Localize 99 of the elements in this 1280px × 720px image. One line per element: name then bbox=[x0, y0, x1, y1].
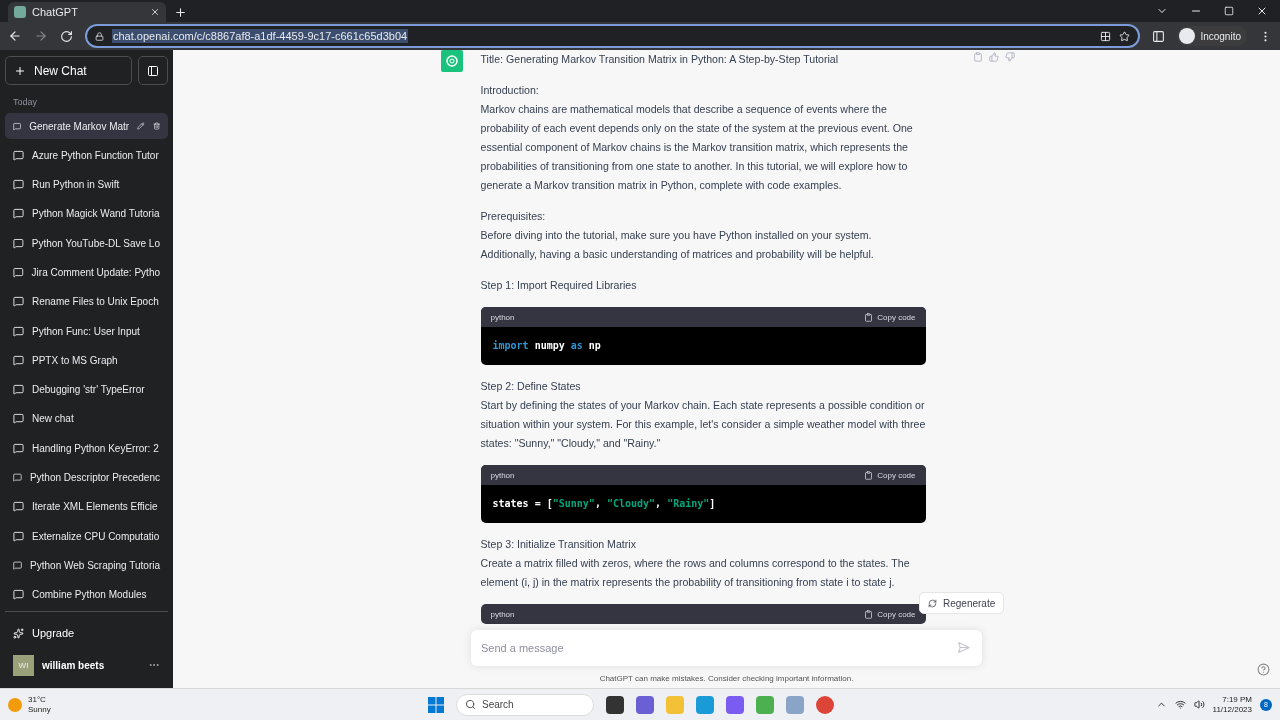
plus-icon bbox=[14, 64, 26, 77]
star-icon[interactable] bbox=[1119, 30, 1131, 42]
lock-icon bbox=[95, 31, 104, 41]
message-text: Before diving into the tutorial, make sure you have Python installed on your system. Additionally, having a basic understanding of matrices and probability will be helpful. bbox=[480, 228, 875, 262]
chat-bubble-icon bbox=[13, 589, 24, 601]
chat-bubble-icon bbox=[13, 413, 24, 425]
chat-bubble-icon bbox=[13, 237, 24, 249]
clock[interactable]: 7:19 PM 11/12/2023 bbox=[1212, 694, 1252, 715]
message-text: Start by defining the states of your Markov chain. Each state represents a possible condition or situation within your system. For this example, let's consider a simple weather model with three states: "Sunny," "Cloudy," and "Rainy." bbox=[480, 398, 926, 451]
section-label: Today bbox=[12, 96, 39, 109]
search-icon bbox=[465, 699, 476, 710]
chat-item[interactable]: Python Web Scraping Tutoria bbox=[5, 552, 168, 579]
chat-bubble-icon bbox=[13, 501, 24, 513]
back-icon[interactable] bbox=[8, 29, 22, 43]
chat-item[interactable]: Jira Comment Update: Pytho bbox=[5, 259, 168, 286]
regenerate-button[interactable]: Regenerate bbox=[919, 592, 1005, 614]
edit-icon[interactable] bbox=[137, 121, 145, 131]
copy-code-button[interactable]: Copy code bbox=[864, 307, 916, 327]
chat-item[interactable]: Combine Python Modules bbox=[5, 581, 168, 608]
chat-item[interactable]: Iterate XML Elements Efficie bbox=[5, 493, 168, 520]
reload-icon[interactable] bbox=[60, 29, 73, 43]
user-avatar: WI bbox=[13, 654, 34, 676]
chat-item[interactable]: Externalize CPU Computatio bbox=[5, 523, 168, 550]
chat-bubble-icon bbox=[13, 530, 24, 542]
section-heading: Step 3: Initialize Transition Matrix bbox=[480, 537, 637, 552]
side-panel-icon[interactable] bbox=[1152, 29, 1166, 43]
profile-button[interactable]: Incognito bbox=[1177, 26, 1247, 46]
chat-item[interactable]: Python Func: User Input bbox=[5, 318, 168, 345]
chat-bubble-icon bbox=[13, 325, 24, 337]
sun-icon bbox=[8, 697, 22, 712]
section-heading: Introduction: bbox=[480, 83, 540, 98]
code-language: python bbox=[490, 311, 515, 324]
clipboard-icon bbox=[864, 470, 874, 480]
start-icon[interactable] bbox=[428, 696, 444, 713]
chat-item[interactable]: Rename Files to Unix Epoch bbox=[5, 288, 168, 315]
volume-icon[interactable] bbox=[1193, 699, 1205, 710]
trash-icon[interactable] bbox=[152, 121, 160, 131]
restore-icon[interactable] bbox=[1224, 6, 1234, 16]
chat-item[interactable]: New chat bbox=[5, 405, 168, 432]
chat-bubble-icon bbox=[13, 442, 24, 454]
network-icon[interactable] bbox=[1174, 699, 1186, 710]
chat-bubble-icon bbox=[13, 296, 24, 308]
help-icon[interactable] bbox=[1257, 663, 1270, 676]
upgrade-link[interactable]: Upgrade bbox=[5, 618, 168, 649]
message-input[interactable]: Send a message bbox=[471, 630, 982, 666]
address-bar[interactable]: chat.openai.com/c/c8867af8-a1df-4459-9c17-c661c65d3b04 bbox=[85, 24, 1141, 48]
chat-item[interactable]: Python YouTube-DL Save Lo bbox=[5, 230, 168, 257]
temperature-text: 31°C bbox=[28, 694, 47, 705]
code-language: python bbox=[490, 608, 515, 621]
thumbs-down-icon[interactable] bbox=[1004, 52, 1015, 62]
chat-item[interactable]: Handling Python KeyError: 2 bbox=[5, 435, 168, 462]
chat-item[interactable]: Generate Markov Matr bbox=[5, 113, 168, 139]
chat-bubble-icon bbox=[13, 120, 22, 132]
code-language: python bbox=[490, 469, 515, 482]
profile-icon bbox=[1179, 28, 1196, 44]
chat-bubble-icon bbox=[13, 267, 24, 278]
chat-item[interactable]: Python Descriptor Precedenc bbox=[5, 464, 168, 491]
chat-bubble-icon bbox=[13, 179, 24, 191]
chat-item[interactable]: PPTX to MS Graph bbox=[5, 347, 168, 374]
chat-item[interactable]: Debugging 'str' TypeError bbox=[5, 376, 168, 403]
user-menu[interactable]: WI william beets bbox=[5, 648, 168, 683]
chat-bubble-icon bbox=[13, 208, 24, 220]
chat-item[interactable]: Run Python in Swift bbox=[5, 171, 168, 198]
favicon-icon bbox=[14, 6, 26, 18]
new-chat-button[interactable]: New Chat bbox=[5, 56, 132, 85]
panel-icon bbox=[147, 64, 159, 77]
section-heading: Step 2: Define States bbox=[480, 379, 582, 394]
disclaimer-text: ChatGPT can make mistakes. Consider checking important information. bbox=[599, 673, 854, 685]
url-text: chat.openai.com/c/c8867af8-a1df-4459-9c17-c661c65d3b04 bbox=[112, 29, 409, 43]
thumbs-up-icon[interactable] bbox=[988, 52, 999, 62]
chat-bubble-icon bbox=[13, 472, 22, 484]
clipboard-icon bbox=[864, 609, 874, 619]
message-text: Create a matrix filled with zeros, where the rows and columns correspond to the states. The element (i, j) in the matrix represents the probability of transitioning from state i to state j. bbox=[480, 556, 911, 590]
browser-tab[interactable]: ChatGPT bbox=[8, 2, 166, 22]
close-icon[interactable] bbox=[1256, 5, 1268, 17]
new-tab-icon[interactable] bbox=[174, 6, 187, 19]
taskbar-search[interactable]: Search bbox=[456, 693, 594, 716]
copy-code-button[interactable]: Copy code bbox=[864, 604, 916, 624]
copy-code-button[interactable]: Copy code bbox=[864, 465, 916, 485]
chat-item[interactable]: Azure Python Function Tutor bbox=[5, 142, 168, 169]
chat-item[interactable]: Python Magick Wand Tutoria bbox=[5, 200, 168, 227]
refresh-icon bbox=[928, 598, 937, 608]
section-heading: Step 1: Import Required Libraries bbox=[480, 278, 638, 293]
section-heading: Prerequisites: bbox=[480, 209, 547, 224]
sparkle-icon bbox=[13, 627, 24, 639]
message-text: Markov chains are mathematical models that describe a sequence of events where the probability of each event depends only on the state of the system at the previous event. One essential component of Markov chains is the Markov transition matrix, which represents the probabilities of transitioning from one state to another. In this tutorial, we will explore how to generate a Markov transition matrix in Python, complete with code examples. bbox=[480, 102, 914, 193]
chat-bubble-icon bbox=[13, 384, 24, 396]
chat-bubble-icon bbox=[13, 559, 23, 571]
chat-bubble-icon bbox=[13, 149, 24, 161]
message-text: Title: Generating Markov Transition Matrix in Python: A Step-by-Step Tutorial bbox=[480, 52, 840, 67]
sidebar-toggle-button[interactable] bbox=[138, 56, 168, 85]
code-line: states = ["Sunny", "Cloudy", "Rainy"] bbox=[491, 497, 717, 511]
close-icon[interactable] bbox=[150, 7, 160, 17]
weather-text: Sunny bbox=[28, 704, 51, 715]
weather-widget[interactable]: 31°C Sunny bbox=[8, 694, 428, 715]
chat-bubble-icon bbox=[13, 354, 24, 366]
forward-icon[interactable] bbox=[34, 29, 48, 43]
code-line: import numpy as np bbox=[491, 339, 602, 353]
clipboard-icon bbox=[864, 312, 874, 322]
